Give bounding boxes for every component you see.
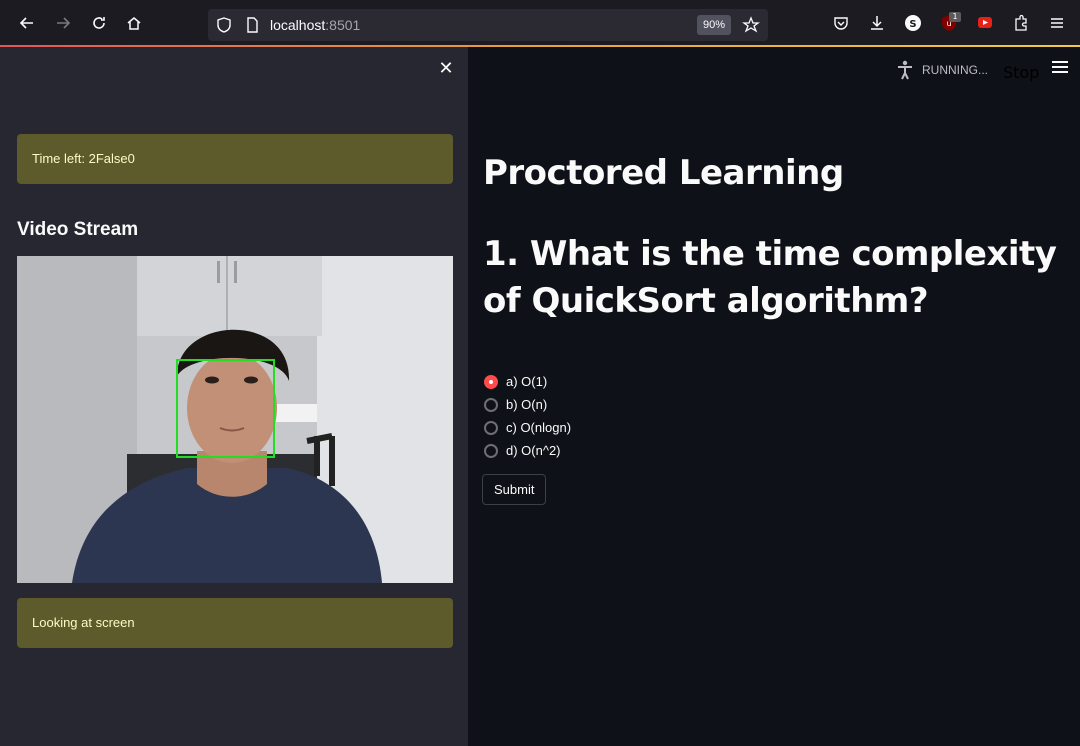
- option-a[interactable]: a) O(1): [484, 370, 571, 393]
- radio-button[interactable]: [484, 397, 498, 412]
- option-c[interactable]: c) O(nlogn): [484, 416, 571, 439]
- pocket-icon[interactable]: [829, 11, 853, 35]
- running-person-icon: [898, 60, 912, 80]
- answer-radio-group: a) O(1) b) O(n) c) O(nlogn) d) O(n^2): [484, 370, 571, 462]
- option-label: b) O(n): [506, 397, 548, 412]
- zoom-indicator[interactable]: 90%: [697, 15, 732, 35]
- extensions-puzzle-icon[interactable]: [1009, 11, 1033, 35]
- gaze-status-alert: Looking at screen: [17, 598, 453, 648]
- account-s-icon[interactable]: S: [901, 11, 925, 35]
- url-text[interactable]: localhost:8501: [270, 17, 360, 33]
- main-content: RUNNING... Stop Proctored Learning 1. Wh…: [468, 47, 1080, 746]
- back-icon[interactable]: [15, 11, 39, 35]
- sidebar: ✕ Time left: 2False0 Video Stream Lookin…: [0, 47, 468, 746]
- option-d[interactable]: d) O(n^2): [484, 439, 571, 462]
- video-stream-frame: [17, 256, 453, 583]
- bookmark-star-icon[interactable]: [739, 13, 763, 37]
- hamburger-menu-icon[interactable]: [1052, 61, 1068, 75]
- browser-toolbar: localhost:8501 90% S u 1: [0, 0, 1080, 47]
- radio-button[interactable]: [484, 443, 498, 458]
- close-icon[interactable]: ✕: [436, 59, 456, 79]
- url-host: localhost: [270, 17, 326, 33]
- time-left-alert: Time left: 2False0: [17, 134, 453, 184]
- option-label: a) O(1): [506, 374, 548, 389]
- question-text: 1. What is the time complexity of QuickS…: [483, 234, 1057, 321]
- radio-button[interactable]: [484, 420, 498, 435]
- browser-menu-icon[interactable]: [1045, 11, 1069, 35]
- home-icon[interactable]: [122, 11, 146, 35]
- youtube-ext-icon[interactable]: [973, 11, 997, 35]
- status-widget: RUNNING...: [896, 60, 988, 80]
- stop-button[interactable]: Stop: [1003, 62, 1039, 82]
- submit-button[interactable]: Submit: [482, 474, 547, 505]
- url-port: :8501: [325, 17, 361, 33]
- page-icon[interactable]: [240, 13, 264, 37]
- radio-button-selected[interactable]: [484, 374, 498, 389]
- extension-badge: 1: [949, 12, 961, 22]
- url-bar[interactable]: localhost:8501 90%: [208, 9, 768, 41]
- page-title: Proctored Learning: [483, 153, 844, 193]
- option-b[interactable]: b) O(n): [484, 393, 571, 416]
- svg-text:S: S: [909, 19, 916, 30]
- video-stream-heading: Video Stream: [17, 219, 139, 240]
- running-status: RUNNING...: [922, 63, 988, 77]
- shield-icon[interactable]: [212, 13, 236, 37]
- option-label: c) O(nlogn): [506, 420, 572, 435]
- option-label: d) O(n^2): [506, 443, 561, 458]
- reload-icon[interactable]: [87, 11, 111, 35]
- forward-icon[interactable]: [51, 11, 75, 35]
- download-icon[interactable]: [865, 11, 889, 35]
